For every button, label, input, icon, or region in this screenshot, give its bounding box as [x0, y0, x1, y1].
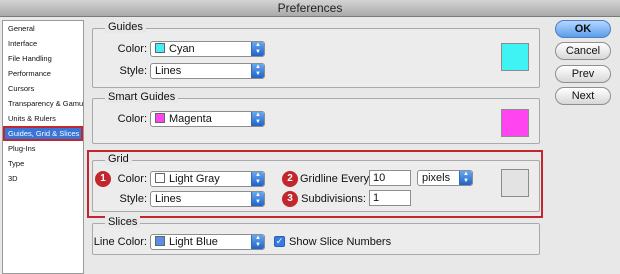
grid-group-title: Grid [105, 153, 132, 165]
slice-line-color-swatch [155, 236, 165, 246]
chevron-up-down-icon: ▲ ▼ [251, 172, 264, 186]
subdivisions-input[interactable]: 1 [369, 190, 411, 206]
callout-badge-2: 2 [282, 171, 298, 187]
smart-guides-color-value: Magenta [169, 113, 212, 125]
show-slice-numbers-checkbox[interactable]: ✓ [274, 236, 285, 247]
next-button[interactable]: Next [555, 87, 611, 105]
ok-button[interactable]: OK [555, 20, 611, 38]
slice-line-color-value: Light Blue [169, 236, 218, 248]
sidebar-item-3d[interactable]: 3D [3, 171, 83, 186]
gridline-every-label: Gridline Every: [300, 173, 373, 185]
sidebar-item-interface[interactable]: Interface [3, 36, 83, 51]
checkmark-icon: ✓ [275, 236, 284, 246]
callout-badge-3: 3 [282, 191, 298, 207]
gridline-unit-select[interactable]: pixels ▲ ▼ [417, 170, 473, 186]
window-title-bar: Preferences [0, 0, 620, 17]
chevron-up-down-icon: ▲ ▼ [251, 192, 264, 206]
grid-style-value: Lines [155, 193, 182, 205]
gridline-every-input[interactable]: 10 [369, 170, 411, 186]
sidebar-item-guides-grid-slices[interactable]: Guides, Grid & Slices [3, 126, 83, 141]
grid-style-select[interactable]: Lines ▲ ▼ [150, 191, 265, 207]
chevron-up-down-icon: ▲ ▼ [251, 42, 264, 56]
chevron-up-down-icon: ▲ ▼ [251, 112, 264, 126]
smart-guides-group-title: Smart Guides [105, 91, 179, 103]
guides-color-label: Color: [117, 43, 147, 55]
prev-button[interactable]: Prev [555, 65, 611, 83]
chevron-up-down-icon: ▲ ▼ [459, 171, 472, 185]
sidebar-item-type[interactable]: Type [3, 156, 83, 171]
sidebar-item-file-handling[interactable]: File Handling [3, 51, 83, 66]
show-slice-numbers-label[interactable]: Show Slice Numbers [289, 234, 391, 250]
guides-group: Guides Color: Cyan ▲ ▼ Style: Lines ▲ ▼ [92, 21, 540, 88]
guides-color-value: Cyan [169, 43, 195, 55]
sidebar-item-plug-ins[interactable]: Plug-Ins [3, 141, 83, 156]
sidebar-item-cursors[interactable]: Cursors [3, 81, 83, 96]
callout-badge-1: 1 [95, 171, 111, 187]
guides-style-select[interactable]: Lines ▲ ▼ [150, 63, 265, 79]
guides-color-select[interactable]: Cyan ▲ ▼ [150, 41, 265, 57]
grid-style-label: Style: [119, 193, 147, 205]
grid-color-select[interactable]: Light Gray ▲ ▼ [150, 171, 265, 187]
slice-line-color-select[interactable]: Light Blue ▲ ▼ [150, 234, 265, 250]
gridline-unit-value: pixels [422, 172, 451, 184]
smart-guides-color-swatch [155, 113, 165, 123]
guides-style-value: Lines [155, 65, 182, 77]
chevron-up-down-icon: ▲ ▼ [251, 64, 264, 78]
slice-line-color-label: Line Color: [93, 236, 147, 248]
smart-guides-group: Smart Guides Color: Magenta ▲ ▼ [92, 91, 540, 144]
grid-color-preview[interactable] [501, 169, 529, 197]
smart-guides-color-label: Color: [117, 113, 147, 125]
smart-guides-color-preview[interactable] [501, 109, 529, 137]
cancel-button[interactable]: Cancel [555, 42, 611, 60]
guides-style-label: Style: [119, 65, 147, 77]
chevron-up-down-icon: ▲ ▼ [251, 235, 264, 249]
grid-color-label: Color: [117, 173, 147, 185]
window-title: Preferences [277, 1, 343, 15]
preferences-category-list[interactable]: General Interface File Handling Performa… [2, 20, 84, 274]
sidebar-item-units-rulers[interactable]: Units & Rulers [3, 111, 83, 126]
sidebar-item-general[interactable]: General [3, 21, 83, 36]
sidebar-item-transparency-gamut[interactable]: Transparency & Gamut [3, 96, 83, 111]
guides-group-title: Guides [105, 21, 146, 33]
guides-color-preview[interactable] [501, 43, 529, 71]
slices-group: Slices Line Color: Light Blue ▲ ▼ ✓ Show … [92, 216, 540, 255]
slices-group-title: Slices [105, 216, 141, 228]
grid-group: Grid 1 Color: Light Gray ▲ ▼ Style: Lines… [92, 153, 540, 212]
smart-guides-color-select[interactable]: Magenta ▲ ▼ [150, 111, 265, 127]
subdivisions-label: Subdivisions: [301, 193, 366, 205]
grid-color-swatch [155, 173, 165, 183]
grid-color-value: Light Gray [169, 173, 220, 185]
guides-color-swatch [155, 43, 165, 53]
sidebar-item-performance[interactable]: Performance [3, 66, 83, 81]
